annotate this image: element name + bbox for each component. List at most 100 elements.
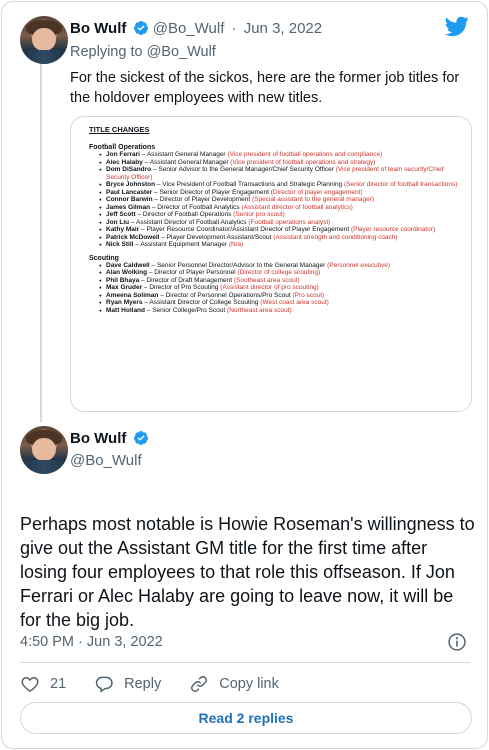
- title-change-item: Patrick McDowell – Player Development As…: [99, 234, 461, 242]
- separator: ·: [231, 20, 237, 37]
- title-change-item: Connor Barwin – Director of Player Devel…: [99, 196, 461, 204]
- employee-name: Ryan Myers: [106, 299, 143, 306]
- employee-name: Alec Halaby: [106, 158, 143, 166]
- twitter-bird-icon[interactable]: [445, 14, 469, 38]
- former-title: (Football operations analyst): [248, 218, 331, 226]
- tweet-embed-card: Bo Wulf @Bo_Wulf · Jun 3, 2022 Replying …: [1, 1, 488, 749]
- reply-icon: [95, 676, 113, 693]
- separator: ·: [78, 634, 83, 650]
- reply-button[interactable]: Reply: [94, 674, 161, 694]
- info-icon[interactable]: [447, 632, 467, 652]
- author-handle[interactable]: @Bo_Wulf: [153, 20, 225, 37]
- new-title: – Player Development Assistant/Scout: [159, 233, 274, 241]
- employee-name: Paul Lancaster: [106, 188, 153, 196]
- new-title: – Assistant Director of College Scouting: [142, 299, 261, 306]
- new-title: – Director of Football Analytics: [150, 203, 242, 211]
- former-title: (Pro scout): [292, 291, 325, 299]
- avatar[interactable]: [20, 16, 68, 64]
- new-title: – Assistant General Manager: [139, 151, 228, 158]
- title-change-item: James Gilman – Director of Football Anal…: [99, 204, 461, 212]
- author-name[interactable]: Bo Wulf: [70, 430, 126, 447]
- former-title: (West coast area scout): [260, 299, 329, 306]
- former-title: (Player resource coordinator): [350, 226, 436, 233]
- employee-name: Jon Ferrari: [106, 151, 140, 158]
- title-change-item: Phil Bhaya – Director of Draft Managemen…: [99, 277, 461, 285]
- former-title: (Assistant strength and conditioning coa…: [273, 233, 398, 241]
- title-change-item: Bryce Johnston – Vice President of Footb…: [99, 181, 461, 189]
- author-name[interactable]: Bo Wulf: [70, 20, 126, 37]
- new-title: – Senior Personnel Director/Advisor to t…: [149, 261, 328, 269]
- employee-name: Matt Holland: [106, 306, 145, 314]
- title-change-item: Alan Wolking – Director of Player Person…: [99, 269, 461, 277]
- new-title: – Assistant Director of Football Analyti…: [129, 218, 249, 226]
- tweet-header: Bo Wulf @Bo_Wulf · Jun 3, 2022: [70, 20, 322, 37]
- replying-handle[interactable]: @Bo_Wulf: [147, 44, 216, 60]
- title-change-item: Dave Caldwell – Senior Personnel Directo…: [99, 262, 461, 270]
- tweet-date[interactable]: Jun 3, 2022: [244, 20, 322, 37]
- link-icon: [191, 676, 208, 692]
- new-title: – Director of Player Development: [152, 196, 252, 203]
- author-handle[interactable]: @Bo_Wulf: [70, 452, 142, 469]
- section-heading: Scouting: [89, 254, 119, 262]
- document-title: TITLE CHANGES: [89, 125, 150, 134]
- read-replies-button[interactable]: Read 2 replies: [20, 702, 472, 734]
- new-title: – Director of Player Personnel: [147, 269, 238, 276]
- attached-image[interactable]: TITLE CHANGES Football Operations Jon Fe…: [70, 116, 472, 412]
- title-change-item: Jon Ferrari – Assistant General Manager …: [99, 151, 461, 159]
- new-title: – Director of Football Operations: [135, 211, 234, 218]
- former-title: (Assistant director of pro scouting): [220, 284, 319, 291]
- title-change-item: Matt Holland – Senior College/Pro Scout …: [99, 307, 461, 315]
- former-title: (Vice president of football operations a…: [230, 158, 376, 166]
- tweet-timestamp[interactable]: 4:50 PM · Jun 3, 2022: [20, 634, 163, 650]
- verified-badge-icon: [133, 431, 148, 445]
- new-title: – Assistant Equipment Manager: [133, 241, 229, 248]
- title-change-item: Ameena Soliman – Director of Personnel O…: [99, 292, 461, 300]
- tweet-header: Bo Wulf: [70, 430, 149, 447]
- former-title: (Assistant director of football analytic…: [241, 203, 353, 211]
- employee-name: Connor Barwin: [106, 196, 153, 203]
- title-changes-document: TITLE CHANGES Football Operations Jon Fe…: [89, 125, 461, 314]
- new-title: – Senior College/Pro Scout: [145, 306, 228, 314]
- employee-name: Bryce Johnston: [106, 181, 156, 188]
- former-title: (Southeast area scout): [233, 276, 300, 284]
- like-button[interactable]: 21: [20, 674, 66, 694]
- former-title: (Director of college scouting): [237, 269, 321, 276]
- employee-name: Dave Caldwell: [106, 261, 150, 269]
- divider: [20, 662, 470, 663]
- verified-badge-icon: [133, 21, 148, 35]
- new-title: – Senior Director of Player Engagement: [152, 188, 271, 196]
- title-change-item: Paul Lancaster – Senior Director of Play…: [99, 189, 461, 197]
- employee-name: Max Gruder: [106, 284, 143, 291]
- title-change-item: Alec Halaby – Assistant General Manager …: [99, 159, 461, 167]
- former-title: (Northeast area scout): [227, 306, 292, 314]
- former-title: (Vice president of football operations a…: [227, 151, 383, 158]
- former-title: (N/a): [228, 241, 244, 248]
- employee-name: Phil Bhaya: [106, 276, 140, 284]
- title-change-item: Ryan Myers – Assistant Director of Colle…: [99, 299, 461, 307]
- like-count: 21: [50, 676, 67, 692]
- title-change-item: Jon Liu – Assistant Director of Football…: [99, 219, 461, 227]
- former-title: (Senior director of football transaction…: [343, 181, 458, 188]
- heart-icon: [21, 676, 39, 692]
- replying-to: Replying to @Bo_Wulf: [70, 44, 216, 60]
- new-title: – Vice President of Football Transaction…: [155, 181, 344, 188]
- copy-link-label: Copy link: [219, 676, 279, 692]
- employee-name: Kathy Mair: [106, 226, 140, 233]
- section-list: Jon Ferrari – Assistant General Manager …: [89, 151, 461, 249]
- avatar[interactable]: [20, 426, 68, 474]
- former-title: (Senior pro scout): [233, 211, 285, 218]
- copy-link-button[interactable]: Copy link: [189, 674, 279, 694]
- employee-name: Patrick McDowell: [106, 233, 160, 241]
- title-change-item: Kathy Mair – Player Resource Coordinator…: [99, 226, 461, 234]
- employee-name: Nick Still: [106, 241, 134, 248]
- former-title: (Special assistant to the general manage…: [251, 196, 375, 203]
- thread-line: [40, 64, 42, 422]
- tweet-text: Perhaps most notable is Howie Roseman's …: [20, 514, 475, 630]
- new-title: – Assistant General Manager: [142, 158, 231, 166]
- title-change-item: Max Gruder – Director of Pro Scouting (A…: [99, 284, 461, 292]
- new-title: – Player Resource Coordinator/Assistant …: [139, 226, 351, 233]
- title-change-item: Nick Still – Assistant Equipment Manager…: [99, 241, 461, 249]
- employee-name: James Gilman: [106, 203, 151, 211]
- title-change-item: Jeff Scott – Director of Football Operat…: [99, 211, 461, 219]
- title-change-item: Dom DiSandro – Senior Advisor to the Gen…: [99, 166, 461, 181]
